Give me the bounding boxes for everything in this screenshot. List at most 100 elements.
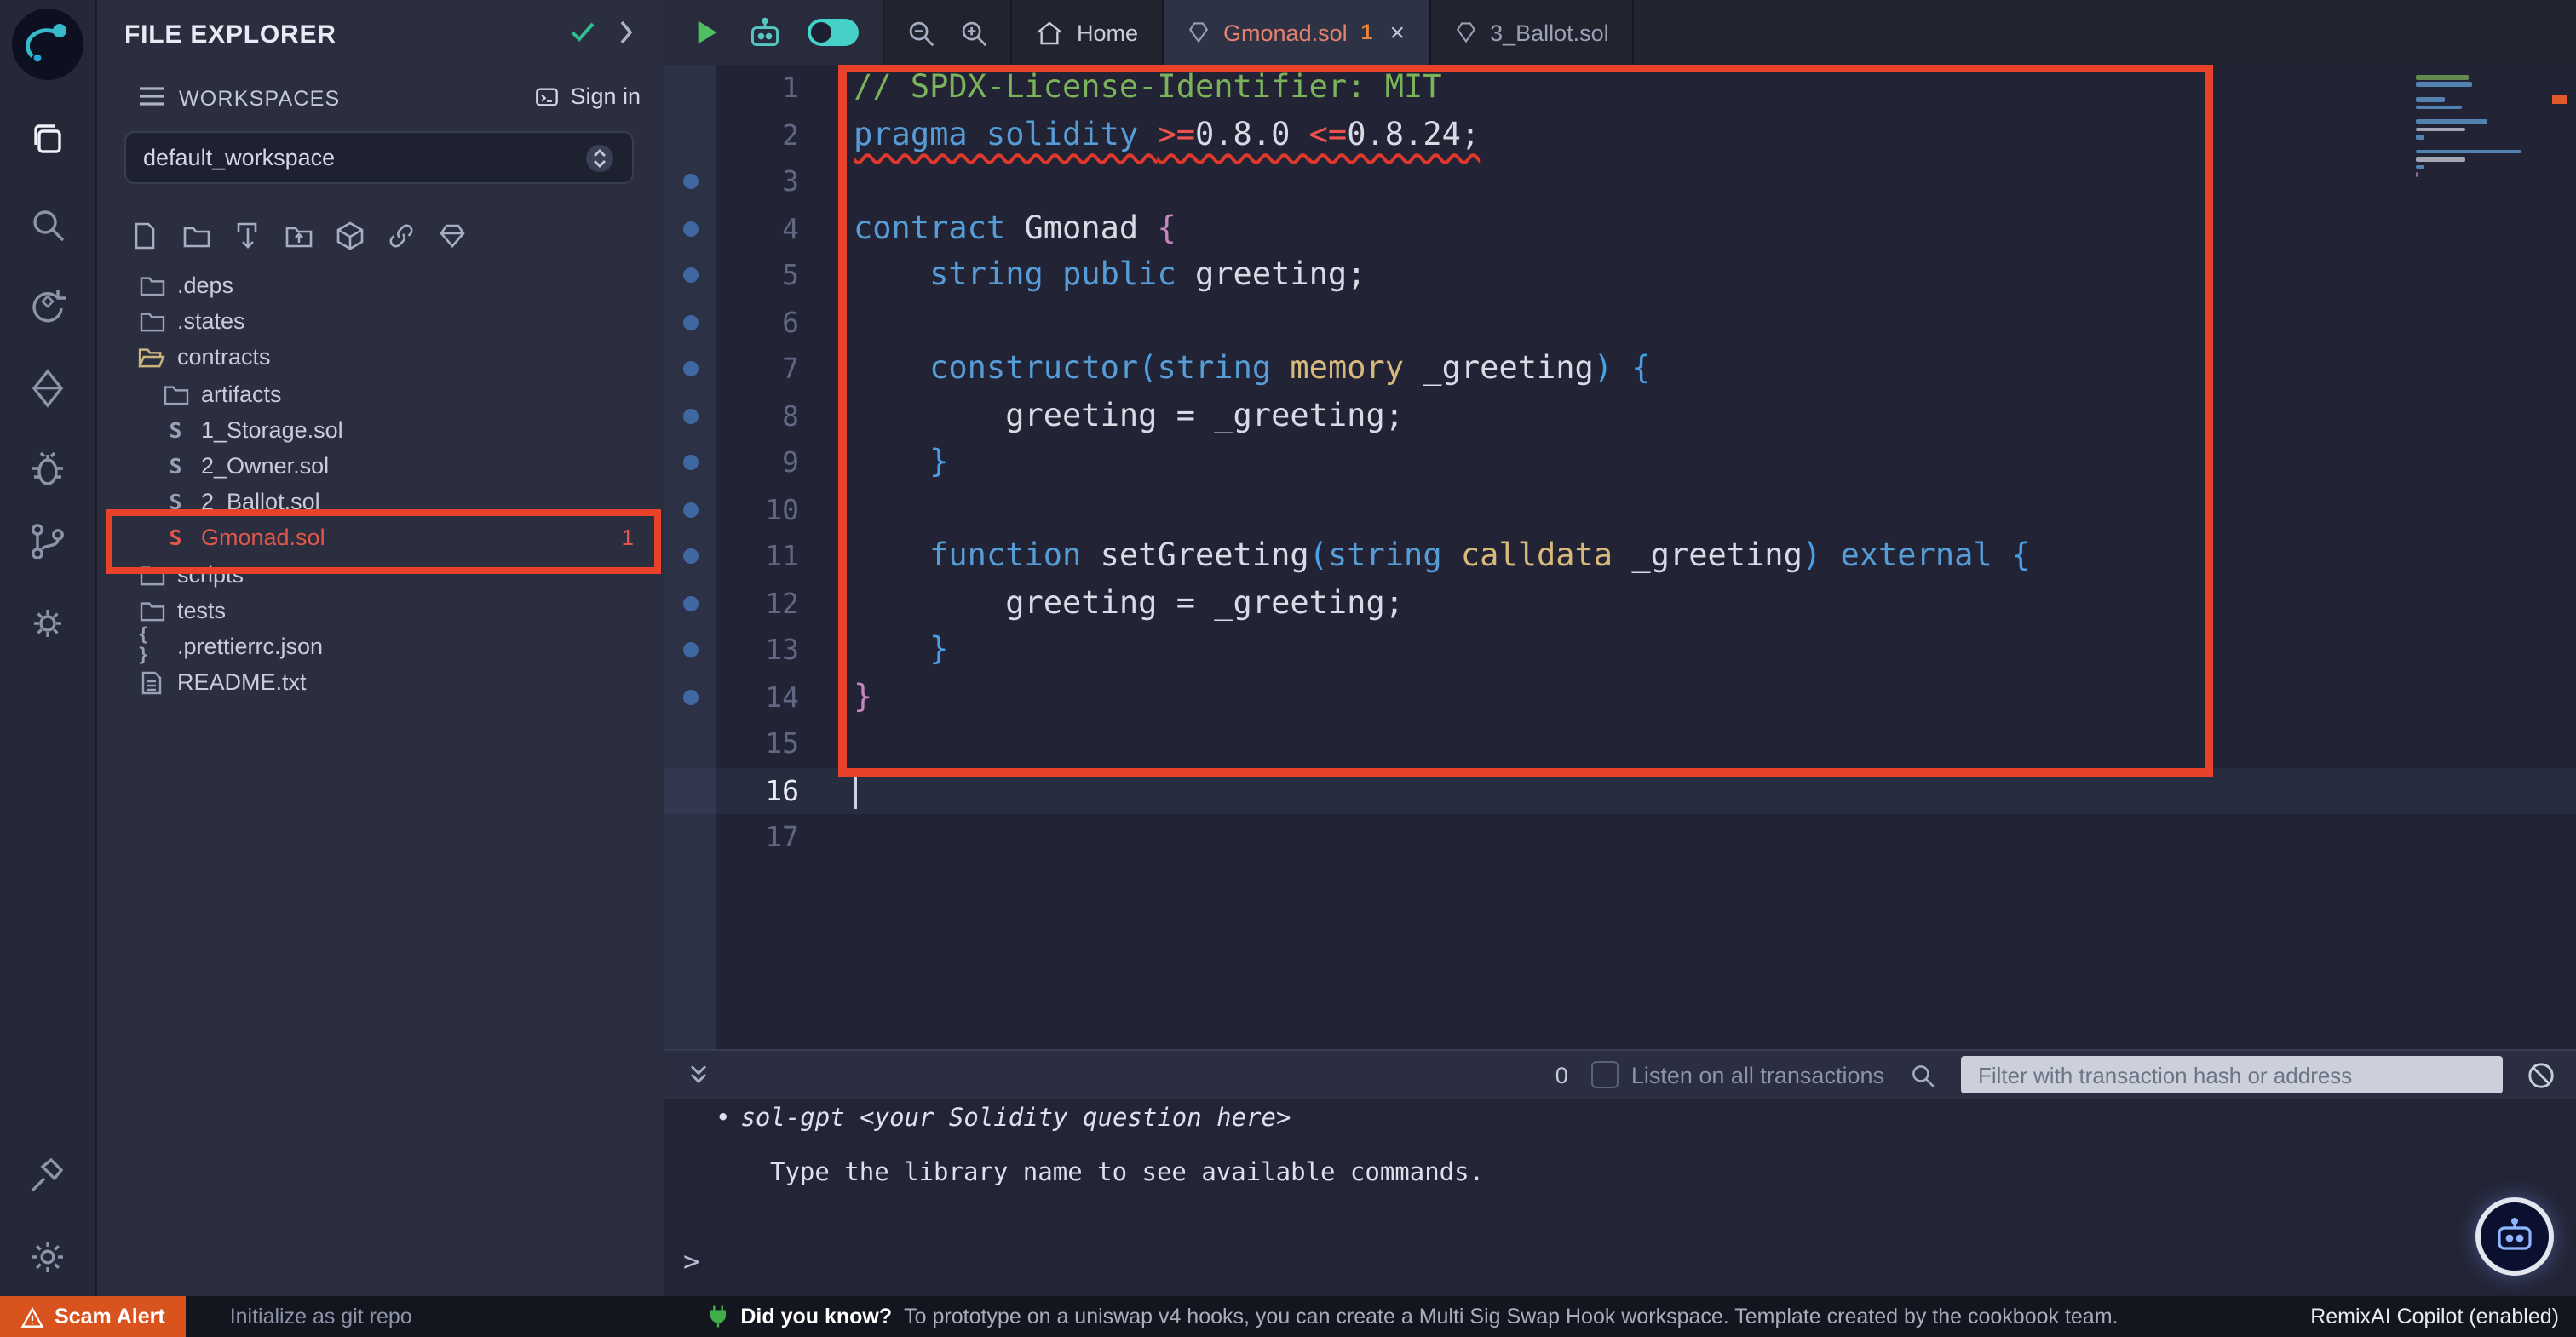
- tree-item[interactable]: .states: [97, 303, 664, 339]
- code-text: string public greeting;: [823, 258, 1366, 294]
- editor-line[interactable]: 14}: [664, 674, 2576, 720]
- editor-line[interactable]: 3: [664, 158, 2576, 205]
- settings-icon[interactable]: [27, 1237, 68, 1277]
- solidity-compiler-icon[interactable]: [27, 286, 68, 327]
- workspaces-label: WORKSPACES: [179, 87, 340, 111]
- close-tab-icon[interactable]: ×: [1390, 18, 1406, 47]
- gutter-dot[interactable]: [682, 549, 698, 565]
- error-squiggle: pragma solidity >=0.8.0 <=0.8.24;: [854, 118, 1480, 153]
- workspace-select[interactable]: default_workspace: [124, 131, 634, 184]
- run-script-icon[interactable]: [688, 15, 722, 49]
- minimap[interactable]: [2416, 75, 2525, 180]
- terminal-output[interactable]: •sol-gpt <your Solidity question here> T…: [664, 1099, 2576, 1296]
- scam-alert-button[interactable]: Scam Alert: [0, 1296, 186, 1337]
- code-text: greeting = _greeting;: [823, 399, 1404, 434]
- copilot-toggle[interactable]: [808, 19, 859, 46]
- editor-line[interactable]: 1// SPDX-License-Identifier: MIT: [664, 65, 2576, 112]
- tab-gmonad-sol[interactable]: Gmonad.sol 1 ×: [1164, 0, 1430, 65]
- gutter-dot[interactable]: [682, 175, 698, 190]
- code-text: constructor(string memory _greeting) {: [823, 352, 1651, 387]
- editor-line[interactable]: 2pragma solidity >=0.8.0 <=0.8.24;: [664, 112, 2576, 158]
- editor-line[interactable]: 5 string public greeting;: [664, 252, 2576, 299]
- tree-item[interactable]: .deps: [97, 267, 664, 303]
- tree-item[interactable]: S2_Owner.sol: [97, 448, 664, 484]
- folder-icon: [138, 311, 165, 333]
- workspace-menu-icon[interactable]: [138, 85, 165, 107]
- new-folder-icon[interactable]: [182, 221, 211, 250]
- gutter-dot[interactable]: [682, 502, 698, 518]
- tree-item[interactable]: S2_Ballot.sol: [97, 484, 664, 519]
- gutter-dot[interactable]: [682, 409, 698, 424]
- check-icon[interactable]: [571, 22, 595, 43]
- workspace-selected-value: default_workspace: [143, 145, 335, 170]
- editor-line[interactable]: 9 }: [664, 439, 2576, 486]
- tree-item[interactable]: contracts: [97, 340, 664, 376]
- deploy-run-icon[interactable]: [27, 368, 68, 409]
- gutter-dot[interactable]: [682, 643, 698, 658]
- file-explorer-icon[interactable]: [27, 119, 68, 160]
- folder-open-icon: [138, 347, 165, 369]
- gutter-dot[interactable]: [682, 268, 698, 284]
- remix-ai-assistant-button[interactable]: [2475, 1197, 2554, 1276]
- gutter-dot[interactable]: [682, 456, 698, 471]
- gutter-dot[interactable]: [682, 690, 698, 705]
- editor-line[interactable]: 6: [664, 299, 2576, 346]
- tree-item[interactable]: SGmonad.sol1: [97, 520, 664, 556]
- transaction-filter-input[interactable]: [1961, 1056, 2503, 1093]
- line-number: 15: [716, 728, 823, 760]
- minimap-line: [2416, 120, 2487, 124]
- minimap-line: [2416, 105, 2462, 109]
- gutter-dot[interactable]: [682, 362, 698, 377]
- expand-terminal-icon[interactable]: [685, 1061, 712, 1088]
- editor-line[interactable]: 11 function setGreeting(string calldata …: [664, 533, 2576, 580]
- tree-item[interactable]: README.txt: [97, 664, 664, 700]
- tab-ballot-sol[interactable]: 3_Ballot.sol: [1430, 0, 1635, 65]
- upload-file-icon[interactable]: [233, 221, 262, 250]
- search-icon[interactable]: [27, 204, 68, 245]
- gutter-dot[interactable]: [682, 596, 698, 611]
- plugin-manager-icon[interactable]: [27, 603, 68, 644]
- tree-item[interactable]: { }.prettierrc.json: [97, 628, 664, 664]
- tree-item[interactable]: tests: [97, 592, 664, 628]
- clear-console-icon[interactable]: [2527, 1060, 2556, 1089]
- ai-robot-icon[interactable]: [746, 15, 784, 49]
- workspace-cube-icon[interactable]: [336, 221, 365, 250]
- git-icon[interactable]: [27, 521, 68, 562]
- home-icon: [1036, 20, 1063, 45]
- git-init-button[interactable]: Initialize as git repo: [230, 1305, 412, 1328]
- tree-item[interactable]: S1_Storage.sol: [97, 412, 664, 448]
- gutter-dot[interactable]: [682, 315, 698, 330]
- did-you-know-tip: Did you know? To prototype on a uniswap …: [463, 1305, 2361, 1328]
- editor-line[interactable]: 17: [664, 814, 2576, 861]
- editor-line[interactable]: 15: [664, 720, 2576, 767]
- editor-line[interactable]: 4contract Gmonad {: [664, 205, 2576, 252]
- listen-checkbox[interactable]: [1592, 1061, 1619, 1088]
- tree-item[interactable]: scripts: [97, 556, 664, 592]
- editor-line[interactable]: 16: [664, 767, 2576, 814]
- editor-line[interactable]: 12 greeting = _greeting;: [664, 580, 2576, 627]
- solidity-file-icon: [1454, 20, 1476, 44]
- sign-in-button[interactable]: Sign in: [532, 83, 641, 109]
- terminal-search-icon[interactable]: [1908, 1060, 1937, 1089]
- editor-line[interactable]: 7 constructor(string memory _greeting) {: [664, 346, 2576, 393]
- editor-line[interactable]: 13 }: [664, 627, 2576, 674]
- code-text: pragma solidity >=0.8.0 <=0.8.24;: [823, 118, 1480, 153]
- remix-logo-icon[interactable]: [10, 7, 85, 82]
- diamond-icon[interactable]: [438, 221, 467, 250]
- line-number: 6: [716, 307, 823, 339]
- link-icon[interactable]: [387, 221, 416, 250]
- debugger-icon[interactable]: [27, 448, 68, 489]
- build-tools-icon[interactable]: [27, 1155, 68, 1196]
- editor-line[interactable]: 10: [664, 486, 2576, 533]
- upload-folder-icon[interactable]: [285, 221, 313, 250]
- collapse-panel-icon[interactable]: [618, 20, 634, 44]
- new-file-icon[interactable]: [131, 221, 160, 250]
- toggle-knob: [811, 22, 831, 43]
- code-editor[interactable]: 1// SPDX-License-Identifier: MIT2pragma …: [664, 65, 2576, 1049]
- tree-item[interactable]: artifacts: [97, 376, 664, 411]
- tab-home[interactable]: Home: [1012, 0, 1164, 65]
- editor-line[interactable]: 8 greeting = _greeting;: [664, 393, 2576, 439]
- zoom-in-icon[interactable]: [957, 16, 990, 49]
- gutter-dot[interactable]: [682, 221, 698, 237]
- zoom-out-icon[interactable]: [905, 16, 937, 49]
